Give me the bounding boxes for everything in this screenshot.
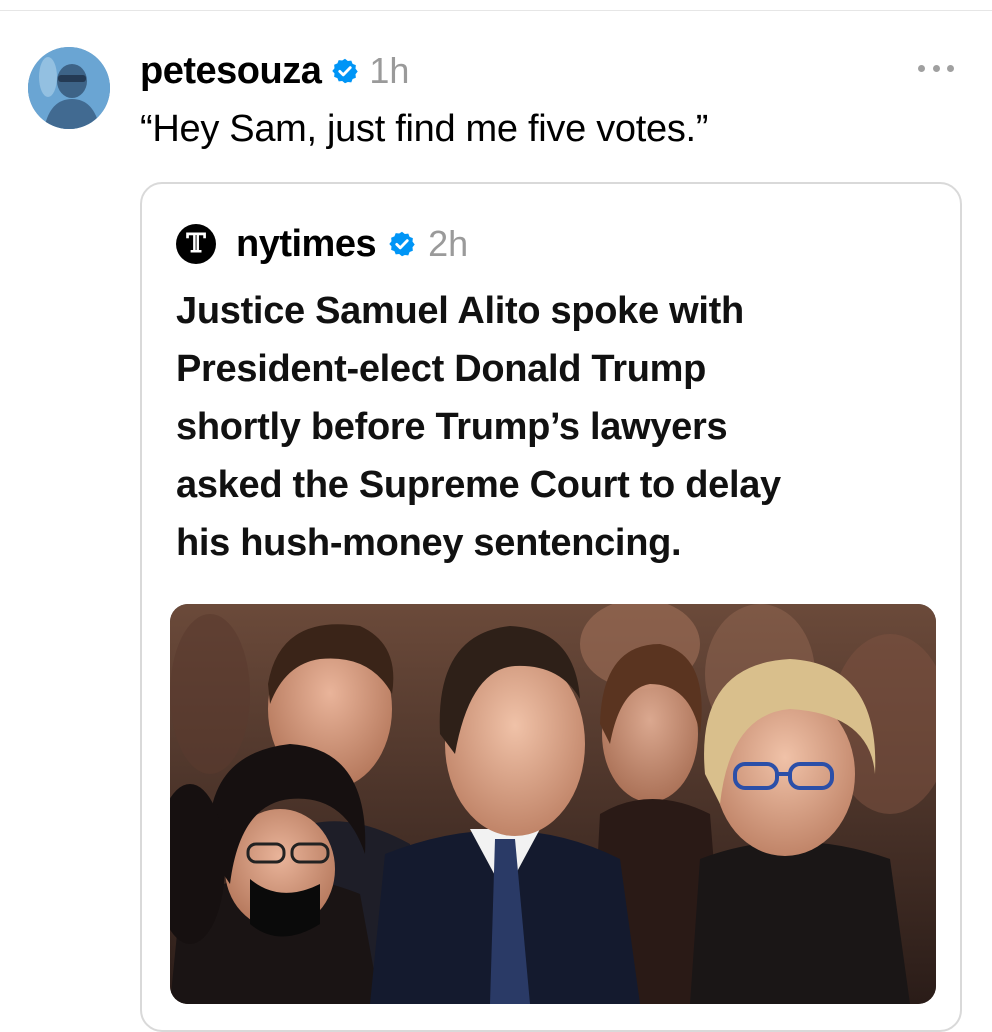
- nyt-logo-icon[interactable]: 𝕋: [176, 224, 216, 264]
- quoted-time: 2h: [428, 223, 469, 264]
- quoted-text-line: President-elect Donald Trump: [176, 348, 707, 390]
- post-header: petesouza 1h: [140, 48, 409, 94]
- post-time: 1h: [369, 50, 410, 91]
- news-photo[interactable]: [170, 604, 936, 1004]
- verified-badge-icon: [331, 57, 359, 85]
- quoted-post-header: 𝕋 nytimes 2h: [176, 222, 468, 266]
- quoted-text-line: Justice Samuel Alito spoke with: [176, 290, 744, 332]
- post-username[interactable]: petesouza: [140, 50, 322, 93]
- quoted-text: Justice Samuel Alito spoke with Presiden…: [176, 282, 936, 572]
- quoted-text-line: shortly before Trump’s lawyers: [176, 406, 728, 448]
- quoted-username[interactable]: nytimes: [236, 223, 377, 266]
- thread-post: petesouza 1h “Hey Sam, just find me five…: [0, 0, 992, 1032]
- post-caption: “Hey Sam, just find me five votes.”: [140, 108, 709, 150]
- quoted-post-card[interactable]: 𝕋 nytimes 2h Justice Samuel Alito spoke …: [140, 182, 962, 1032]
- verified-badge-icon: [388, 230, 416, 258]
- quoted-text-line: his hush-money sentencing.: [176, 522, 682, 564]
- more-options-icon[interactable]: [918, 58, 954, 78]
- user-avatar[interactable]: [28, 47, 110, 129]
- quoted-text-line: asked the Supreme Court to delay: [176, 464, 781, 506]
